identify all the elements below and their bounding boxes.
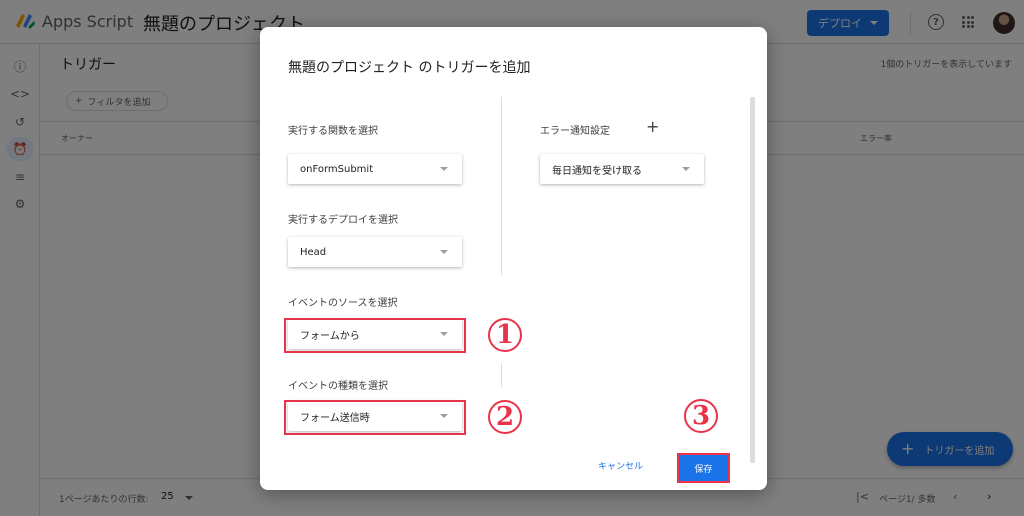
deployment-label: 実行するデプロイを選択 bbox=[288, 215, 398, 226]
function-select[interactable]: onFormSubmit bbox=[288, 154, 462, 184]
highlight-box-source bbox=[284, 318, 466, 353]
cancel-button[interactable]: キャンセル bbox=[598, 459, 643, 472]
column-divider bbox=[501, 363, 502, 387]
caret-down-icon bbox=[440, 167, 448, 171]
dialog-scrollbar[interactable] bbox=[750, 97, 755, 463]
notification-value: 毎日通知を受け取る bbox=[552, 165, 642, 177]
notification-select[interactable]: 毎日通知を受け取る bbox=[540, 154, 704, 184]
annotation-marker-1: 1 bbox=[488, 318, 522, 352]
error-notification-label: エラー通知設定 bbox=[540, 126, 610, 137]
column-divider bbox=[501, 97, 502, 275]
deployment-value: Head bbox=[300, 246, 327, 258]
add-notification-icon[interactable]: + bbox=[646, 117, 659, 136]
dialog-title: 無題のプロジェクト のトリガーを追加 bbox=[288, 60, 531, 76]
annotation-marker-2: 2 bbox=[488, 400, 522, 434]
highlight-box-type bbox=[284, 400, 466, 435]
annotation-marker-3: 3 bbox=[684, 399, 718, 433]
caret-down-icon bbox=[440, 250, 448, 254]
event-source-label: イベントのソースを選択 bbox=[288, 298, 398, 309]
save-button[interactable]: 保存 bbox=[677, 453, 730, 483]
deployment-select[interactable]: Head bbox=[288, 237, 462, 267]
function-value: onFormSubmit bbox=[300, 163, 374, 175]
function-label: 実行する関数を選択 bbox=[288, 126, 378, 137]
event-type-label: イベントの種類を選択 bbox=[288, 381, 388, 392]
add-trigger-dialog: 無題のプロジェクト のトリガーを追加 実行する関数を選択 onFormSubmi… bbox=[260, 27, 767, 490]
caret-down-icon bbox=[682, 167, 690, 171]
